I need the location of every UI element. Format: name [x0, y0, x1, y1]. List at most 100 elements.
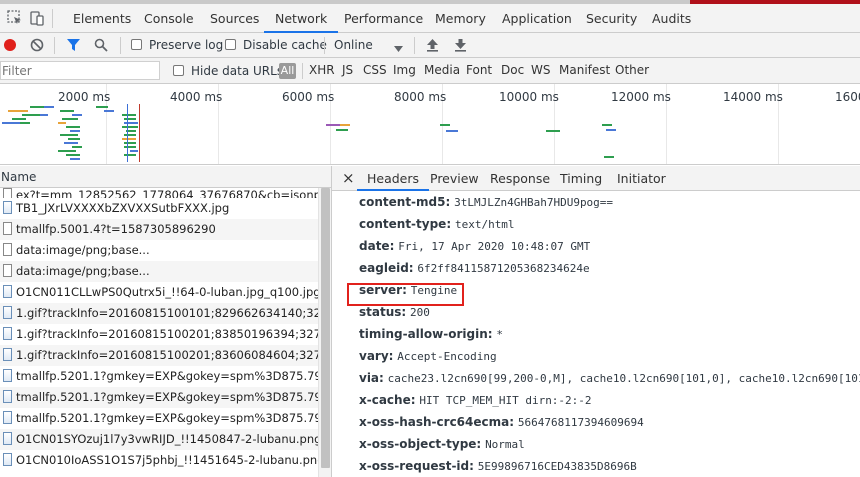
detail-tabbar: × Headers Preview Response Timing Initia… — [332, 166, 860, 191]
column-header-name[interactable]: Name — [0, 166, 332, 188]
export-har-icon[interactable] — [454, 38, 467, 55]
waterfall-bar — [8, 110, 28, 112]
tab-headers[interactable]: Headers — [357, 166, 430, 191]
tab-response[interactable]: Response — [490, 166, 550, 191]
tab-initiator[interactable]: Initiator — [617, 166, 666, 191]
table-row[interactable]: tmallfp.5201.1?gmkey=EXP&gokey=spm%3D875… — [0, 387, 318, 408]
table-row[interactable]: 1.gif?trackInfo=20160815100201;838501963… — [0, 324, 318, 345]
table-row[interactable]: O1CN011CLLwPS0Qutrx5i_!!64-0-luban.jpg_q… — [0, 282, 318, 303]
table-row[interactable]: data:image/png;base... — [0, 261, 318, 282]
requests-list: ex?t=mm_12852562_1778064_37676870&cb=jso… — [0, 188, 332, 477]
filter-all-button[interactable]: All — [279, 63, 296, 79]
tab-security[interactable]: Security — [586, 4, 637, 33]
table-row[interactable]: 1.gif?trackInfo=20160815100101;829662634… — [0, 303, 318, 324]
header-row: timing-allow-origin: * — [359, 327, 503, 341]
tab-audits[interactable]: Audits — [652, 4, 691, 33]
table-row[interactable]: ex?t=mm_12852562_1778064_37676870&cb=jso… — [0, 188, 318, 198]
table-row[interactable]: tmallfp.5201.1?gmkey=EXP&gokey=spm%3D875… — [0, 366, 318, 387]
disable-cache-checkbox[interactable] — [225, 39, 236, 53]
search-icon[interactable] — [94, 38, 108, 55]
waterfall-bar — [124, 142, 136, 144]
table-row[interactable]: data:image/png;base... — [0, 240, 318, 261]
waterfall-bar — [20, 122, 30, 124]
waterfall-bar — [326, 124, 340, 126]
tab-preview[interactable]: Preview — [430, 166, 479, 191]
divider — [414, 37, 415, 54]
waterfall-bar — [40, 114, 48, 116]
timeline-tick: 10000 ms — [499, 90, 559, 104]
waterfall-bar — [58, 150, 76, 152]
filter-media[interactable]: Media — [424, 63, 460, 77]
hide-data-urls-checkbox[interactable] — [173, 65, 184, 79]
file-icon — [3, 243, 12, 256]
requests-scrollbar[interactable] — [318, 188, 331, 477]
clear-icon[interactable] — [30, 38, 44, 55]
filter-input[interactable] — [0, 61, 160, 80]
import-har-icon[interactable] — [426, 38, 439, 55]
waterfall-bar — [602, 124, 612, 126]
tab-network[interactable]: Network — [264, 4, 339, 33]
file-icon — [3, 264, 12, 277]
timeline-tick: 4000 ms — [170, 90, 223, 104]
response-headers: content-md5: 3tLMJLZn4GHBah7HDU9pog== co… — [332, 191, 860, 477]
image-file-icon — [3, 453, 12, 466]
close-icon[interactable]: × — [342, 166, 355, 191]
device-toolbar-icon[interactable] — [28, 9, 46, 30]
table-row[interactable]: tmallfp.5001.4?t=1587305896290 — [0, 219, 318, 240]
chevron-down-icon[interactable] — [394, 41, 403, 55]
filter-icon[interactable] — [66, 38, 81, 55]
table-row[interactable]: tmallfp.5201.1?gmkey=EXP&gokey=spm%3D875… — [0, 408, 318, 429]
divider — [54, 37, 55, 54]
image-file-icon — [3, 285, 12, 298]
throttling-select[interactable]: Online — [334, 38, 373, 52]
tab-timing[interactable]: Timing — [560, 166, 602, 191]
filter-font[interactable]: Font — [466, 63, 492, 77]
waterfall-bar — [62, 118, 78, 120]
waterfall-bar — [336, 129, 348, 131]
table-row[interactable]: TB1_JXrLVXXXXbZXVXXSutbFXXX.jpg — [0, 198, 318, 219]
devtools-tabbar: Elements Console Sources Network Perform… — [0, 4, 860, 33]
record-icon[interactable] — [3, 38, 17, 55]
timeline-tick: 2000 ms — [58, 90, 111, 104]
waterfall-bar — [12, 118, 26, 120]
preserve-log-checkbox[interactable] — [131, 39, 142, 53]
image-file-icon — [3, 411, 12, 424]
scrollbar-thumb[interactable] — [321, 188, 330, 468]
table-row[interactable]: O1CN010IoASS1O1S7j5phbj_!!1451645-2-luba… — [0, 450, 318, 471]
waterfall-bar — [124, 154, 136, 156]
header-row: x-oss-hash-crc64ecma: 566476811739460969… — [359, 415, 644, 429]
filter-xhr[interactable]: XHR — [309, 63, 335, 77]
filter-doc[interactable]: Doc — [501, 63, 524, 77]
filter-manifest[interactable]: Manifest — [559, 63, 610, 77]
table-row[interactable]: 1.gif?trackInfo=20160815100201;836060846… — [0, 345, 318, 366]
filter-other[interactable]: Other — [615, 63, 649, 77]
waterfall-bar — [64, 142, 78, 144]
filter-img[interactable]: Img — [393, 63, 416, 77]
waterfall-bar — [30, 106, 44, 108]
file-icon — [3, 222, 12, 235]
tab-elements[interactable]: Elements — [73, 4, 131, 33]
disable-cache-label: Disable cache — [243, 38, 327, 52]
header-row: eagleid: 6f2ff84115871205368234624e — [359, 261, 590, 275]
timeline-overview[interactable]: 2000 ms 4000 ms 6000 ms 8000 ms 10000 ms… — [0, 84, 860, 165]
hide-data-urls-label: Hide data URLs — [191, 64, 284, 78]
header-row: via: cache23.l2cn690[99,200-0,M], cache1… — [359, 371, 860, 385]
waterfall-bar — [122, 126, 138, 128]
header-row: date: Fri, 17 Apr 2020 10:48:07 GMT — [359, 239, 591, 253]
image-file-icon — [3, 327, 12, 340]
tab-sources[interactable]: Sources — [210, 4, 259, 33]
tab-memory[interactable]: Memory — [435, 4, 486, 33]
waterfall-bar — [2, 122, 20, 124]
tab-application[interactable]: Application — [502, 4, 572, 33]
filter-js[interactable]: JS — [342, 63, 353, 77]
inspect-element-icon[interactable] — [6, 9, 24, 30]
tab-performance[interactable]: Performance — [344, 4, 423, 33]
filter-css[interactable]: CSS — [363, 63, 387, 77]
waterfall-bar — [68, 138, 80, 140]
waterfall-bar — [60, 134, 78, 136]
image-file-icon — [3, 306, 12, 319]
filter-ws[interactable]: WS — [531, 63, 550, 77]
tab-console[interactable]: Console — [144, 4, 194, 33]
table-row[interactable]: O1CN01SYOzuj1l7y3vwRIJD_!!1450847-2-luba… — [0, 429, 318, 450]
header-row: content-type: text/html — [359, 217, 515, 231]
